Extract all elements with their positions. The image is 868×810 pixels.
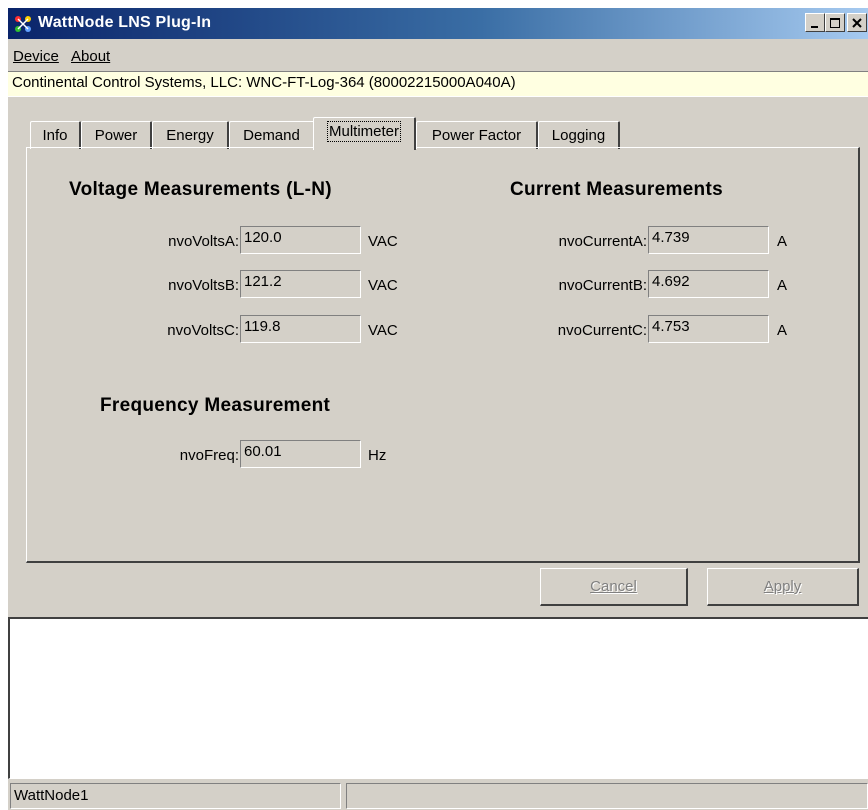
current-c-label: nvoCurrentC: <box>557 322 647 339</box>
tab-label: Energy <box>166 127 214 144</box>
app-network-icon[interactable] <box>13 14 33 34</box>
current-b-label: nvoCurrentB: <box>558 277 647 294</box>
cancel-button-label: Cancel <box>590 578 637 595</box>
current-a-label: nvoCurrentA: <box>558 233 647 250</box>
volts-c-field: 119.8 <box>240 315 361 343</box>
volts-b-field: 121.2 <box>240 270 361 298</box>
volts-c-unit: VAC <box>368 322 398 339</box>
menu-device[interactable]: Device <box>13 48 59 65</box>
frequency-section-title: Frequency Measurement <box>100 395 331 416</box>
tab-label: Power Factor <box>431 127 522 144</box>
tab-power[interactable]: Power <box>81 121 152 149</box>
freq-label: nvoFreq: <box>179 447 239 464</box>
current-a-field: 4.739 <box>648 226 769 254</box>
minimize-button[interactable] <box>805 13 825 32</box>
status-pane-info <box>346 783 868 809</box>
voltage-section-title: Voltage Measurements (L-N) <box>69 179 332 200</box>
tab-multimeter[interactable]: Multimeter <box>313 117 416 150</box>
freq-field: 60.01 <box>240 440 361 468</box>
volts-c-label: nvoVoltsC: <box>167 322 239 339</box>
menu-about-label: About <box>71 48 111 65</box>
close-icon <box>852 18 862 28</box>
apply-button[interactable]: Apply <box>707 568 859 606</box>
volts-b-label: nvoVoltsB: <box>168 277 239 294</box>
volts-a-unit: VAC <box>368 233 398 250</box>
tab-energy[interactable]: Energy <box>152 121 229 149</box>
window-title: WattNode LNS Plug-In <box>38 14 212 31</box>
close-button[interactable] <box>847 13 867 32</box>
status-pane-device: WattNode1 <box>10 783 341 809</box>
minimize-icon <box>811 26 818 28</box>
volts-a-field: 120.0 <box>240 226 361 254</box>
freq-unit: Hz <box>368 447 387 464</box>
volts-b-unit: VAC <box>368 277 398 294</box>
volts-a-label: nvoVoltsA: <box>168 233 239 250</box>
menu-device-label: Device <box>13 48 59 65</box>
current-c-unit: A <box>777 322 788 339</box>
title-bar[interactable]: WattNode LNS Plug-In <box>8 8 868 39</box>
cancel-button[interactable]: Cancel <box>540 568 688 606</box>
maximize-button[interactable] <box>825 13 845 32</box>
menu-about[interactable]: About <box>71 48 110 65</box>
app-window: WattNode LNS Plug-In Device About Contin… <box>8 8 868 810</box>
current-c-field: 4.753 <box>648 315 769 343</box>
tab-info[interactable]: Info <box>30 121 81 149</box>
tab-label: Demand <box>243 127 300 144</box>
tab-label: Multimeter <box>326 121 402 142</box>
current-b-field: 4.692 <box>648 270 769 298</box>
current-b-unit: A <box>777 277 788 294</box>
multimeter-panel: Voltage Measurements (L-N) nvoVoltsA: 12… <box>26 147 860 563</box>
maximize-icon <box>830 18 840 28</box>
current-a-unit: A <box>777 233 788 250</box>
tab-label: Logging <box>551 127 606 144</box>
apply-button-label: Apply <box>763 578 802 595</box>
menu-bar: Device About <box>8 39 868 71</box>
tab-label: Info <box>42 127 68 144</box>
tab-label: Power <box>94 127 138 144</box>
message-log-area[interactable] <box>8 617 868 779</box>
tab-logging[interactable]: Logging <box>538 121 620 149</box>
tab-demand[interactable]: Demand <box>229 121 315 149</box>
tab-power-factor[interactable]: Power Factor <box>416 121 538 149</box>
current-section-title: Current Measurements <box>510 179 723 200</box>
device-info-bar: Continental Control Systems, LLC: WNC-FT… <box>8 71 868 97</box>
